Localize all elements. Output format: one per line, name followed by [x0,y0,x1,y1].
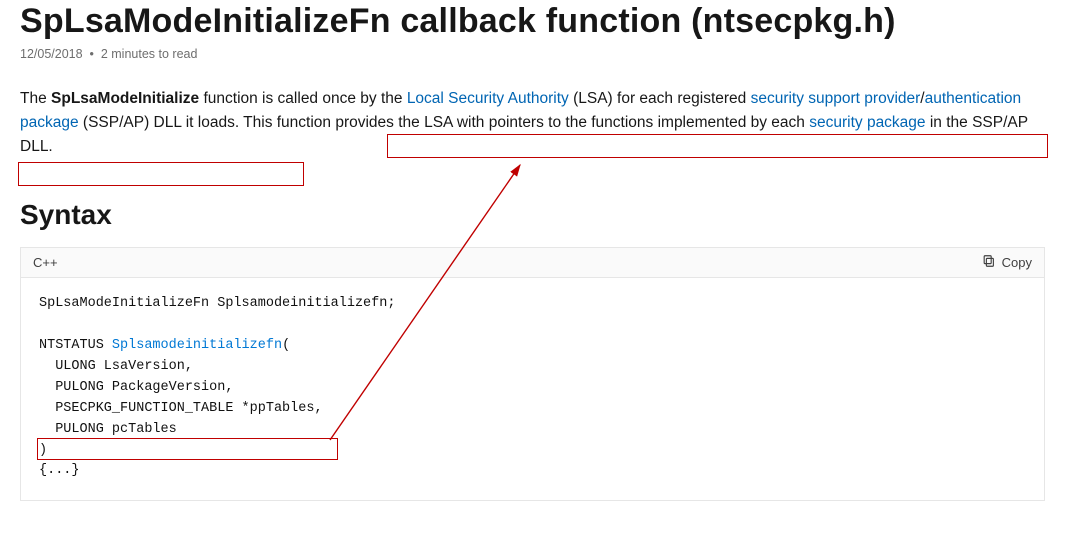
annotation-box [18,162,304,186]
syntax-heading: Syntax [20,199,1045,231]
page: SpLsaModeInitializeFn callback function … [0,0,1065,560]
code-language-label: C++ [33,255,58,270]
link-local-security-authority[interactable]: Local Security Authority [407,90,569,107]
code-line: PULONG pcTables [39,422,177,437]
link-security-package[interactable]: security package [809,114,925,131]
intro-highlight-text: This function provides the LSA with poin… [243,114,809,131]
copy-label: Copy [1002,255,1032,270]
code-line: ( [282,338,290,353]
code-line: {...} [39,463,80,478]
intro-text: (LSA) for each registered [569,90,751,107]
intro-paragraph: The SpLsaModeInitialize function is call… [20,87,1045,159]
code-line: ULONG LsaVersion, [39,359,193,374]
code-line: PSECPKG_FUNCTION_TABLE *ppTables, [39,401,323,416]
intro-text: function is called once by the [199,90,407,107]
code-line: ) [39,443,47,458]
code-content: SpLsaModeInitializeFn Splsamodeinitializ… [21,278,1044,500]
intro-text: The [20,90,51,107]
code-block: C++ Copy SpLsaModeInitializeFn Splsamode… [20,247,1045,501]
link-security-support-provider[interactable]: security support provider [751,90,921,107]
article-readtime: 2 minutes to read [101,47,198,61]
code-header: C++ Copy [21,248,1044,278]
page-title: SpLsaModeInitializeFn callback function … [20,0,1045,41]
copy-icon [982,254,996,271]
intro-fn-name: SpLsaModeInitialize [51,90,199,107]
article-date: 12/05/2018 [20,47,83,61]
code-fn-name: Splsamodeinitializefn [112,338,282,353]
copy-button[interactable]: Copy [982,254,1032,271]
intro-text: (SSP/AP) DLL it loads. [79,114,244,131]
code-line: SpLsaModeInitializeFn Splsamodeinitializ… [39,296,395,311]
code-line: NTSTATUS [39,338,112,353]
code-line: PULONG PackageVersion, [39,380,233,395]
article-meta: 12/05/2018 • 2 minutes to read [20,47,1045,61]
